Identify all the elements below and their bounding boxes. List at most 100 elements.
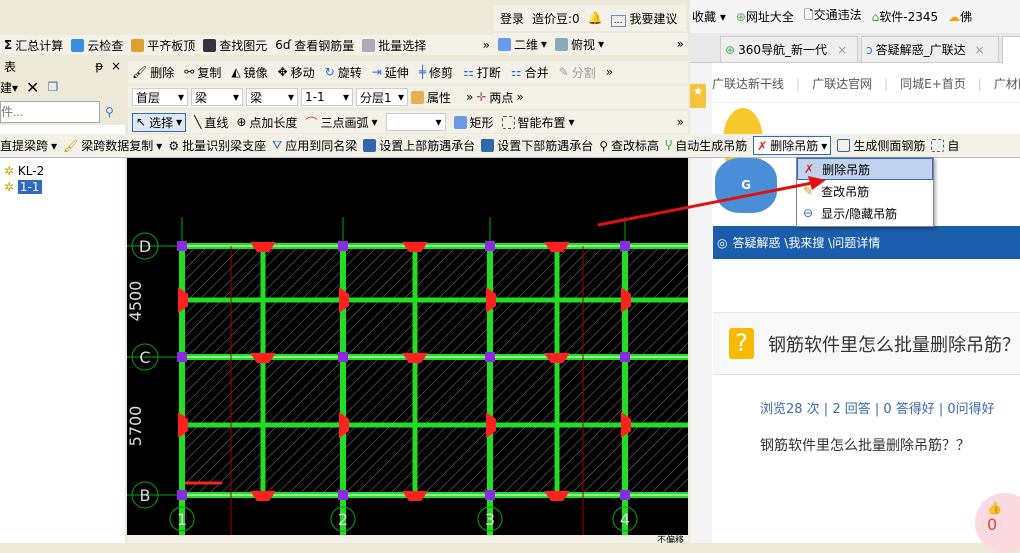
bell-icon[interactable]: 🔔 (588, 11, 603, 25)
line-button[interactable]: ╲ 直线 (194, 114, 228, 131)
break-button[interactable]: ⚏ 打断 (463, 64, 501, 81)
name-select[interactable]: 1-1 ▾ (301, 88, 353, 106)
question-header: ? 钢筋软件里怎么批量删除吊筋？ (713, 312, 1020, 375)
align-slab-button[interactable]: 平齐板顶 (131, 37, 195, 54)
link[interactable]: 广联达官网 (812, 75, 872, 92)
suggest-button[interactable]: … 我要建议 (610, 10, 678, 27)
close-icon[interactable]: × (975, 43, 985, 57)
more-button[interactable]: » (466, 90, 473, 104)
slab-hatch (182, 246, 688, 495)
menu-item-toggle-hanger[interactable]: ⊖ 显示/隐藏吊筋 (797, 202, 933, 224)
label: 修剪 (429, 65, 454, 80)
lift-span-button[interactable]: 直提梁跨 ▾ (0, 137, 57, 154)
label: 复制 (197, 65, 222, 80)
label: 分割 (571, 65, 596, 80)
close-icon[interactable]: × (111, 59, 121, 73)
view-top-dropdown[interactable]: 俯视 ▾ (555, 36, 604, 53)
extend-button[interactable]: ⇥ 延伸 (372, 64, 409, 81)
floor-plan[interactable]: D C B 1 2 3 4 4500 5700 (126, 157, 688, 535)
axis-label-row: D (139, 237, 151, 256)
smart-layout-button[interactable]: 智能布置 ▾ (501, 114, 575, 131)
more-button[interactable]: » (606, 65, 613, 79)
rectangle-icon (453, 115, 467, 129)
side-rebar-button[interactable]: 生成侧面钢筋 (837, 137, 925, 154)
more-button[interactable]: » (677, 115, 684, 129)
new-dropdown[interactable]: 建▾ (0, 79, 18, 96)
delete-hanger-dropdown[interactable]: ✗ 删除吊筋 ▾ (753, 136, 832, 155)
delete-icon[interactable]: ✕ (26, 78, 39, 97)
pin-icon[interactable]: ᵽ (95, 59, 103, 73)
rectangle-button[interactable]: 矩形 (453, 114, 494, 131)
batch-identify-support-button[interactable]: ⚙ 批量识别梁支座 (168, 137, 266, 154)
bookmark-favorites[interactable]: 收藏 ▾ (692, 8, 726, 25)
find-element-button[interactable]: 查找图元 (203, 37, 267, 54)
shape-select[interactable]: ▾ (385, 113, 446, 131)
set-top-rebar-button[interactable]: 设置上部筋遇承台 (363, 137, 475, 154)
identify-icon: ⚙ (168, 138, 180, 153)
tree-item[interactable]: ✲ 1-1 (4, 180, 42, 194)
two-points-button[interactable]: ✛ 两点 (476, 89, 513, 106)
select-button[interactable]: ↖ 选择 ▾ (132, 112, 187, 132)
breadcrumb[interactable]: 答疑解惑 \我来搜 \问题详情 (732, 234, 880, 251)
beam-toolbar: 直提梁跨 ▾ 🖌 梁跨数据复制 ▾ ⚙ 批量识别梁支座 ⛛ 应用到同名梁 设置上部筋遇… (0, 134, 1020, 158)
more-button[interactable]: » (483, 38, 490, 52)
view-2d-dropdown[interactable]: 二维 ▾ (498, 36, 547, 53)
tab-active[interactable] (1002, 36, 1020, 64)
auto-button[interactable]: 自 (931, 137, 959, 154)
merge-button[interactable]: ⚏ 合并 (511, 64, 549, 81)
bookmark-software[interactable]: ⌂软件-2345 (872, 8, 939, 25)
like-button[interactable]: 👍 0 (975, 493, 1020, 553)
tree-item[interactable]: ✲ KL-2 (4, 164, 44, 178)
view-rebar-button[interactable]: 6ɗ 查看钢筋量 (275, 37, 354, 54)
star-icon[interactable]: ★ (690, 84, 706, 108)
gear-icon: ✲ (4, 164, 15, 178)
mirror-button[interactable]: ◭ 镜像 (231, 64, 267, 81)
edit-elevation-button[interactable]: ⚲ 查改标高 (599, 137, 659, 154)
trim-button[interactable]: ╪ 修剪 (419, 64, 453, 81)
value: 梁 (250, 90, 263, 105)
tab-360-nav[interactable]: ⊕ 360导航_新一代 × (720, 36, 858, 63)
apply-same-name-button[interactable]: ⛛ 应用到同名梁 (272, 137, 357, 154)
split-button[interactable]: ✎ 分割 (559, 64, 596, 81)
link[interactable]: 同城E+首页 (900, 75, 966, 92)
summary-calc-button[interactable]: Σ 汇总计算 (4, 37, 63, 54)
magnifier-icon: ⚲ (599, 138, 609, 153)
column (177, 352, 187, 362)
more-button[interactable]: » (516, 90, 523, 104)
login-link[interactable]: 登录 (500, 10, 524, 27)
copy-icon[interactable]: ❐ (47, 80, 58, 94)
delete-button[interactable]: 🖌 删除 (132, 64, 174, 81)
layer-select[interactable]: 分层1 ▾ (356, 88, 408, 106)
menu-item-edit-hanger[interactable]: ✎ 查改吊筋 (797, 180, 933, 202)
delete-hanger-icon: ✗ (804, 162, 815, 176)
panel-title: 表 (4, 59, 17, 74)
more-button[interactable]: » (677, 37, 684, 51)
set-bottom-rebar-button[interactable]: 设置下部筋遇承台 (481, 137, 593, 154)
bookmark-traffic[interactable]: 🗋交通违法 (804, 6, 862, 27)
auto-hanger-button[interactable]: Ⴤ 自动生成吊筋 (665, 137, 747, 154)
menu-item-delete-hanger[interactable]: ✗ 删除吊筋 (797, 158, 933, 180)
properties-button[interactable]: 属性 (411, 89, 451, 106)
rotate-button[interactable]: ↻ 旋转 (325, 64, 362, 81)
label: 直提梁跨 (0, 139, 49, 153)
bookmark-site-nav[interactable]: ⊕网址大全 (736, 8, 794, 25)
subtype-select[interactable]: 梁 ▾ (246, 88, 298, 106)
point-length-button[interactable]: ⊕ 点加长度 (236, 114, 297, 131)
close-icon[interactable]: × (837, 43, 847, 57)
offset-select[interactable]: 不偏移 (657, 535, 684, 544)
copy-span-data-button[interactable]: 🖌 梁跨数据复制 ▾ (63, 137, 162, 154)
drawing-canvas[interactable]: D C B 1 2 3 4 4500 5700 (126, 157, 688, 535)
arc-button[interactable]: ⌒ 三点画弧 ▾ (305, 114, 377, 131)
link[interactable]: 广联达新干线 (712, 75, 784, 92)
type-select[interactable]: 梁 ▾ (191, 88, 243, 106)
search-icon[interactable]: ⚲ (100, 105, 114, 119)
cloud-check-button[interactable]: 云检查 (71, 37, 123, 54)
tab-answers[interactable]: ↄ 答疑解惑_广联达 × (861, 36, 999, 63)
bookmark-weather[interactable]: ☁佛 (948, 8, 972, 25)
batch-select-button[interactable]: 批量选择 (362, 37, 426, 54)
floor-select[interactable]: 首层 ▾ (132, 88, 188, 106)
copy-button[interactable]: ⚯ 复制 (184, 64, 221, 81)
move-button[interactable]: ✥ 移动 (278, 64, 315, 81)
search-input[interactable] (0, 101, 100, 123)
link[interactable]: 广材网 (994, 75, 1020, 92)
